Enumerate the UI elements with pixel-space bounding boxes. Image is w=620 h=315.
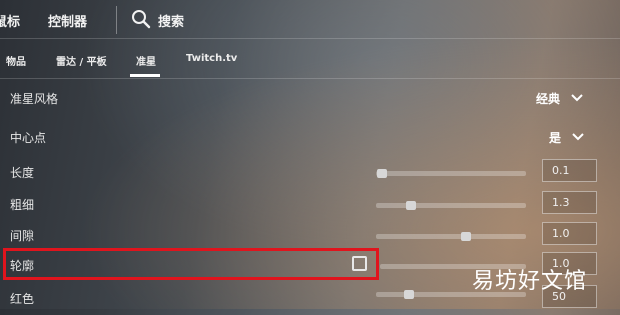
setting-label: 长度 bbox=[10, 166, 35, 180]
thickness-input[interactable]: 1.3 bbox=[542, 191, 597, 214]
setting-label: 中心点 bbox=[10, 131, 47, 145]
crosshair-style-dropdown[interactable]: 经典 bbox=[536, 90, 560, 107]
top-navigation: 鼠标 控制器 搜索 bbox=[0, 0, 620, 38]
setting-label: 红色 bbox=[10, 292, 35, 306]
divider bbox=[0, 38, 620, 39]
slider-thumb[interactable] bbox=[405, 201, 416, 210]
nav-controller[interactable]: 控制器 bbox=[48, 11, 87, 30]
nav-mouse[interactable]: 鼠标 bbox=[0, 11, 20, 30]
setting-row-crosshair-style: 准星风格 经典 bbox=[0, 83, 620, 115]
length-slider[interactable] bbox=[376, 169, 526, 178]
settings-tabs: 物品 雷达 / 平板 准星 Twitch.tv bbox=[0, 40, 620, 78]
gap-slider[interactable] bbox=[376, 232, 526, 241]
setting-row-thickness: 粗细 1.3 bbox=[0, 189, 620, 221]
tab-radar-tablet[interactable]: 雷达 / 平板 bbox=[56, 53, 107, 68]
divider bbox=[0, 78, 620, 79]
active-tab-indicator bbox=[130, 74, 160, 77]
tab-items[interactable]: 物品 bbox=[6, 53, 26, 68]
slider-thumb[interactable] bbox=[404, 290, 414, 299]
setting-label: 粗细 bbox=[10, 198, 35, 212]
length-input[interactable]: 0.1 bbox=[542, 159, 597, 182]
search-button-label[interactable]: 搜索 bbox=[158, 11, 184, 30]
slider-thumb[interactable] bbox=[377, 169, 387, 178]
setting-label: 间隙 bbox=[10, 229, 35, 243]
setting-row-center-dot: 中心点 是 bbox=[0, 122, 620, 154]
setting-label: 准星风格 bbox=[10, 92, 59, 106]
slider-thumb[interactable] bbox=[461, 232, 471, 241]
tab-twitch[interactable]: Twitch.tv bbox=[186, 53, 237, 64]
chevron-down-icon[interactable] bbox=[570, 91, 584, 105]
nav-divider bbox=[116, 6, 117, 34]
center-dot-dropdown[interactable]: 是 bbox=[549, 129, 561, 146]
setting-row-length: 长度 0.1 bbox=[0, 157, 620, 189]
chevron-down-icon[interactable] bbox=[571, 130, 585, 144]
highlight-box bbox=[3, 248, 379, 280]
search-icon[interactable] bbox=[131, 9, 151, 29]
thickness-slider[interactable] bbox=[376, 201, 526, 210]
tab-crosshair[interactable]: 准星 bbox=[136, 53, 156, 68]
watermark: 易坊好文馆 bbox=[472, 269, 588, 294]
gap-input[interactable]: 1.0 bbox=[542, 222, 597, 245]
